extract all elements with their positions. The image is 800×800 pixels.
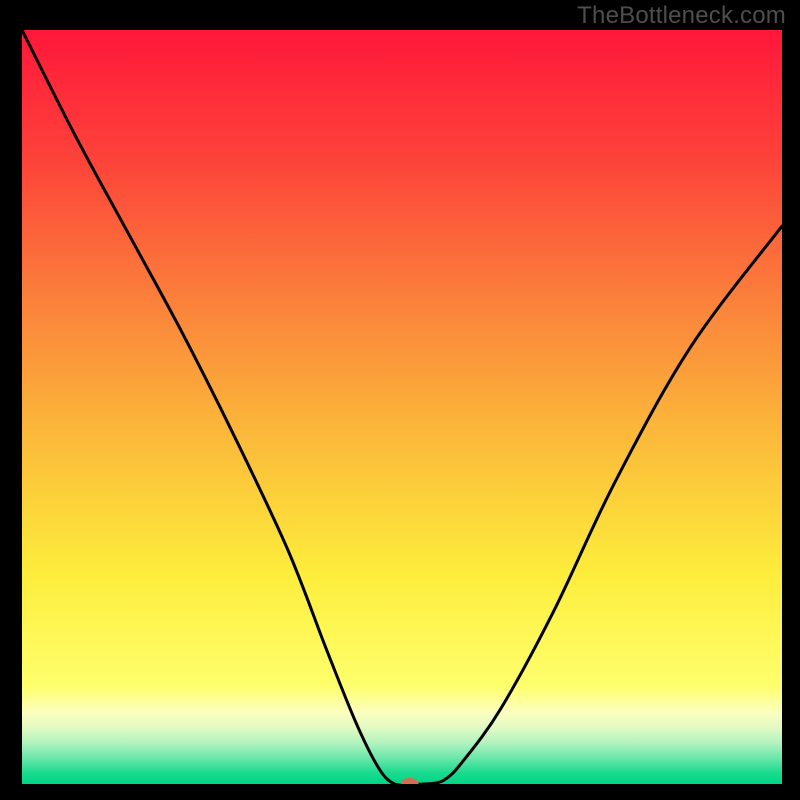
chart-frame: TheBottleneck.com [0,0,800,800]
watermark-text: TheBottleneck.com [577,2,786,30]
gradient-background [22,30,782,784]
chart-svg [0,0,800,800]
minimum-marker [401,778,419,790]
